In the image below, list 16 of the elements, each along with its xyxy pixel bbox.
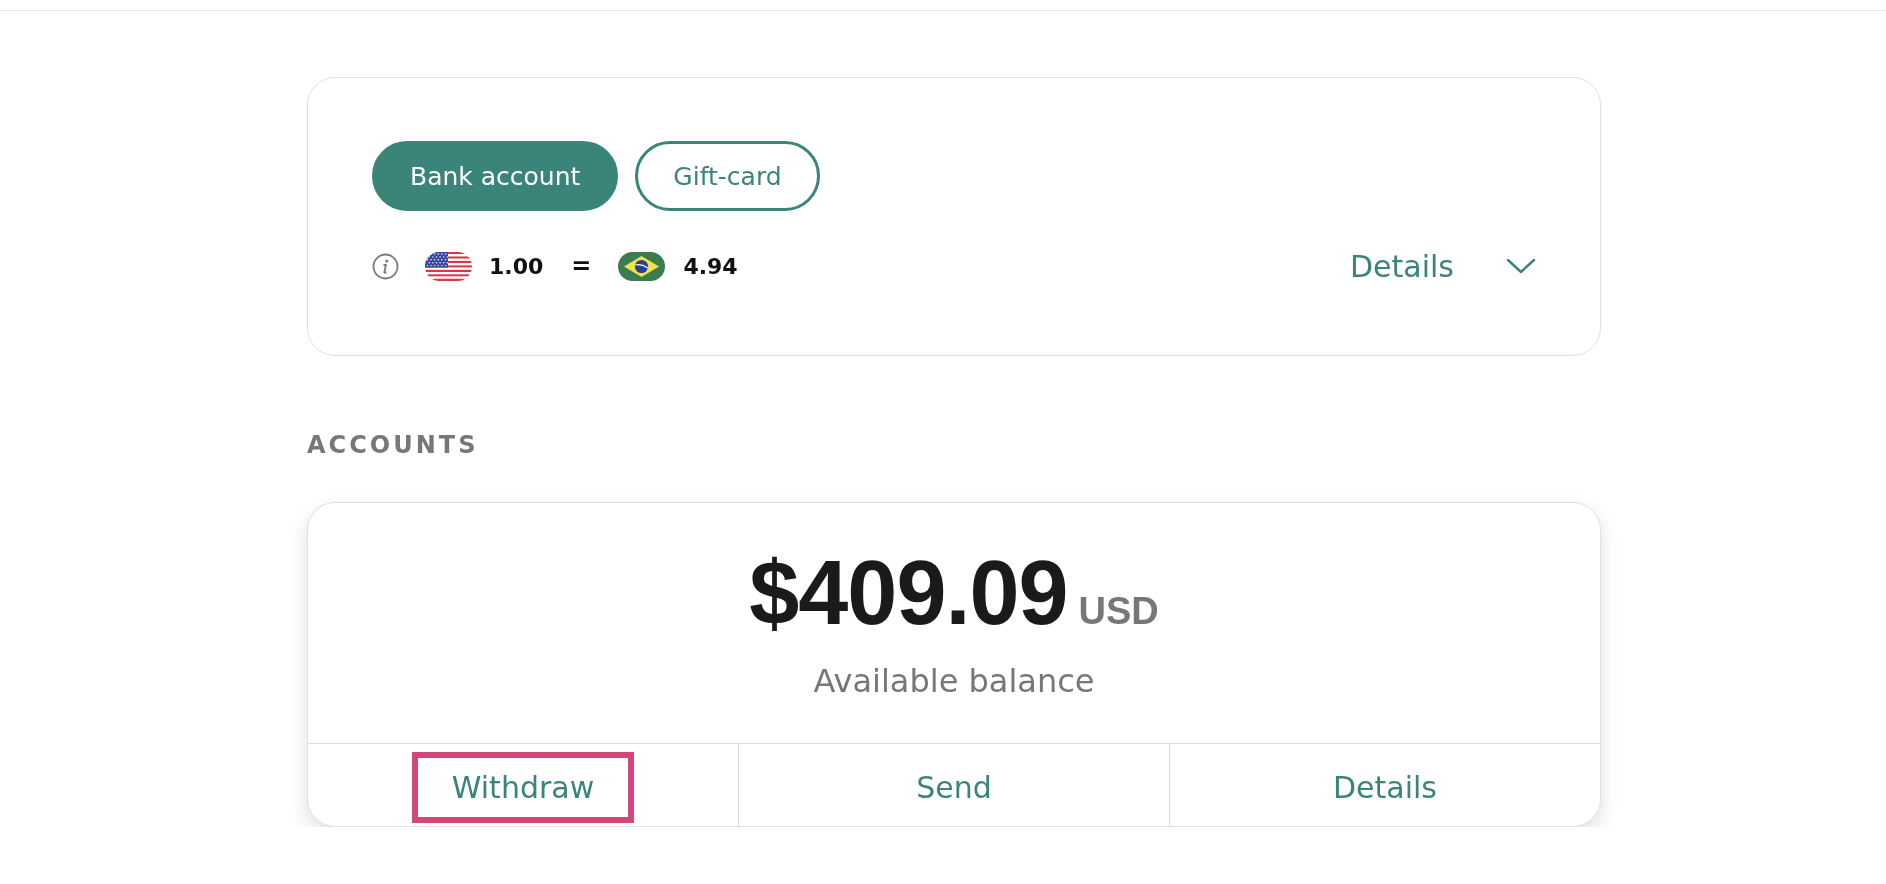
balance-amount: $409.09	[749, 548, 1068, 638]
equals-sign: =	[571, 252, 592, 280]
section-heading: ACCOUNTS	[307, 432, 479, 458]
details-toggle[interactable]: Details	[1350, 248, 1536, 284]
account-action-button[interactable]: Details	[1293, 752, 1477, 823]
balance-caption: Available balance	[813, 663, 1095, 699]
us-flag-icon	[425, 251, 472, 281]
account-action-button[interactable]: Withdraw	[411, 752, 635, 823]
brazil-flag-icon	[618, 251, 666, 281]
to-amount: 4.94	[683, 253, 738, 279]
from-amount: 1.00	[489, 253, 544, 279]
transfer-type-tab[interactable]: Gift-card	[635, 141, 820, 211]
info-icon[interactable]	[372, 252, 399, 280]
transfer-type-tab[interactable]: Bank account	[372, 141, 619, 211]
currency-code: USD	[1078, 592, 1159, 630]
account-action-button[interactable]: Send	[876, 752, 1032, 823]
